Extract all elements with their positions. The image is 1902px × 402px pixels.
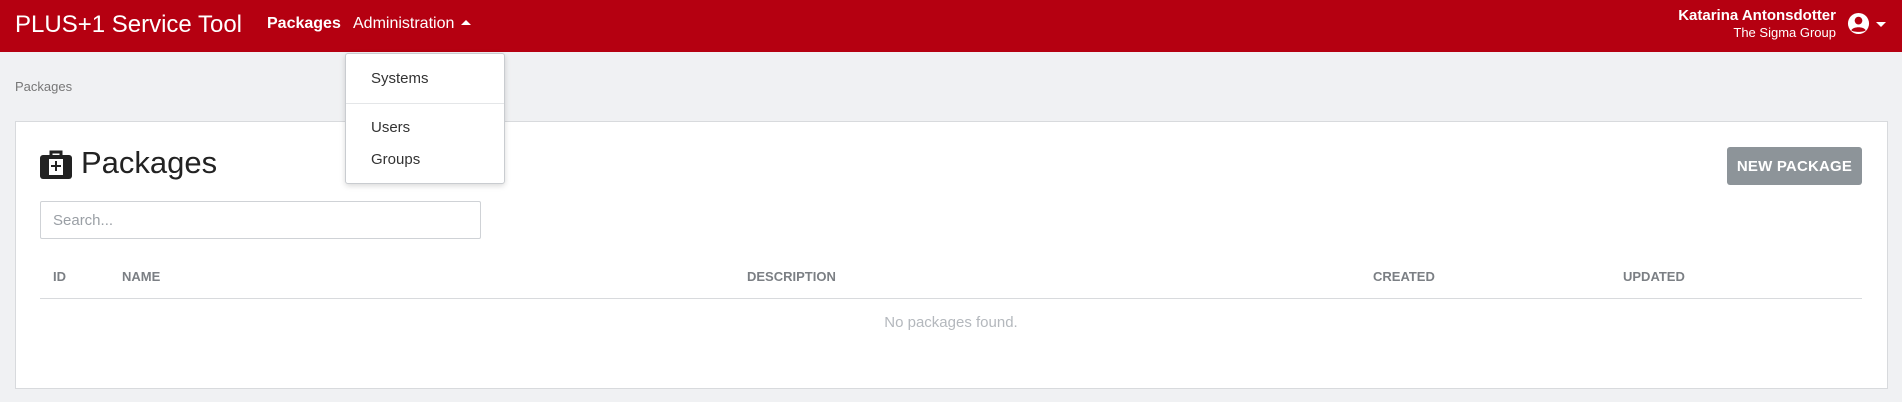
empty-table-message: No packages found. (884, 314, 1018, 331)
user-circle-icon (1847, 12, 1870, 35)
nav-administration-label: Administration (353, 15, 455, 32)
menu-item-groups[interactable]: Groups (371, 151, 420, 168)
nav-packages-link[interactable]: Packages (267, 15, 341, 33)
packages-panel: Packages NEW PACKAGE ID NAME DESCRIPTION… (15, 121, 1888, 389)
caret-up-icon (461, 20, 472, 25)
page-title: Packages (81, 145, 218, 180)
administration-dropdown-menu: Systems Users Groups (345, 53, 505, 184)
column-header-id[interactable]: ID (53, 269, 66, 284)
search-input[interactable] (40, 201, 481, 239)
column-header-description[interactable]: DESCRIPTION (747, 269, 836, 284)
user-name: Katarina Antonsdotter (1678, 7, 1836, 24)
menu-item-systems[interactable]: Systems (371, 70, 429, 87)
user-menu-button[interactable] (1847, 12, 1887, 36)
column-header-created[interactable]: CREATED (1373, 269, 1435, 284)
app-title[interactable]: PLUS+1 Service Tool (15, 11, 242, 39)
new-package-button[interactable]: NEW PACKAGE (1727, 147, 1862, 185)
column-header-name[interactable]: NAME (122, 269, 160, 284)
menu-divider (346, 103, 504, 104)
column-header-updated[interactable]: UPDATED (1623, 269, 1685, 284)
breadcrumb: Packages (15, 79, 73, 94)
chevron-down-icon (1876, 22, 1886, 27)
table-header-divider (40, 298, 1862, 299)
user-info: Katarina Antonsdotter The Sigma Group (1678, 7, 1836, 41)
top-navbar: PLUS+1 Service Tool Packages Administrat… (0, 0, 1902, 52)
menu-item-users[interactable]: Users (371, 119, 410, 136)
package-briefcase-icon (40, 150, 72, 179)
nav-administration-dropdown[interactable]: Administration (353, 15, 472, 33)
user-organization: The Sigma Group (1733, 25, 1836, 40)
